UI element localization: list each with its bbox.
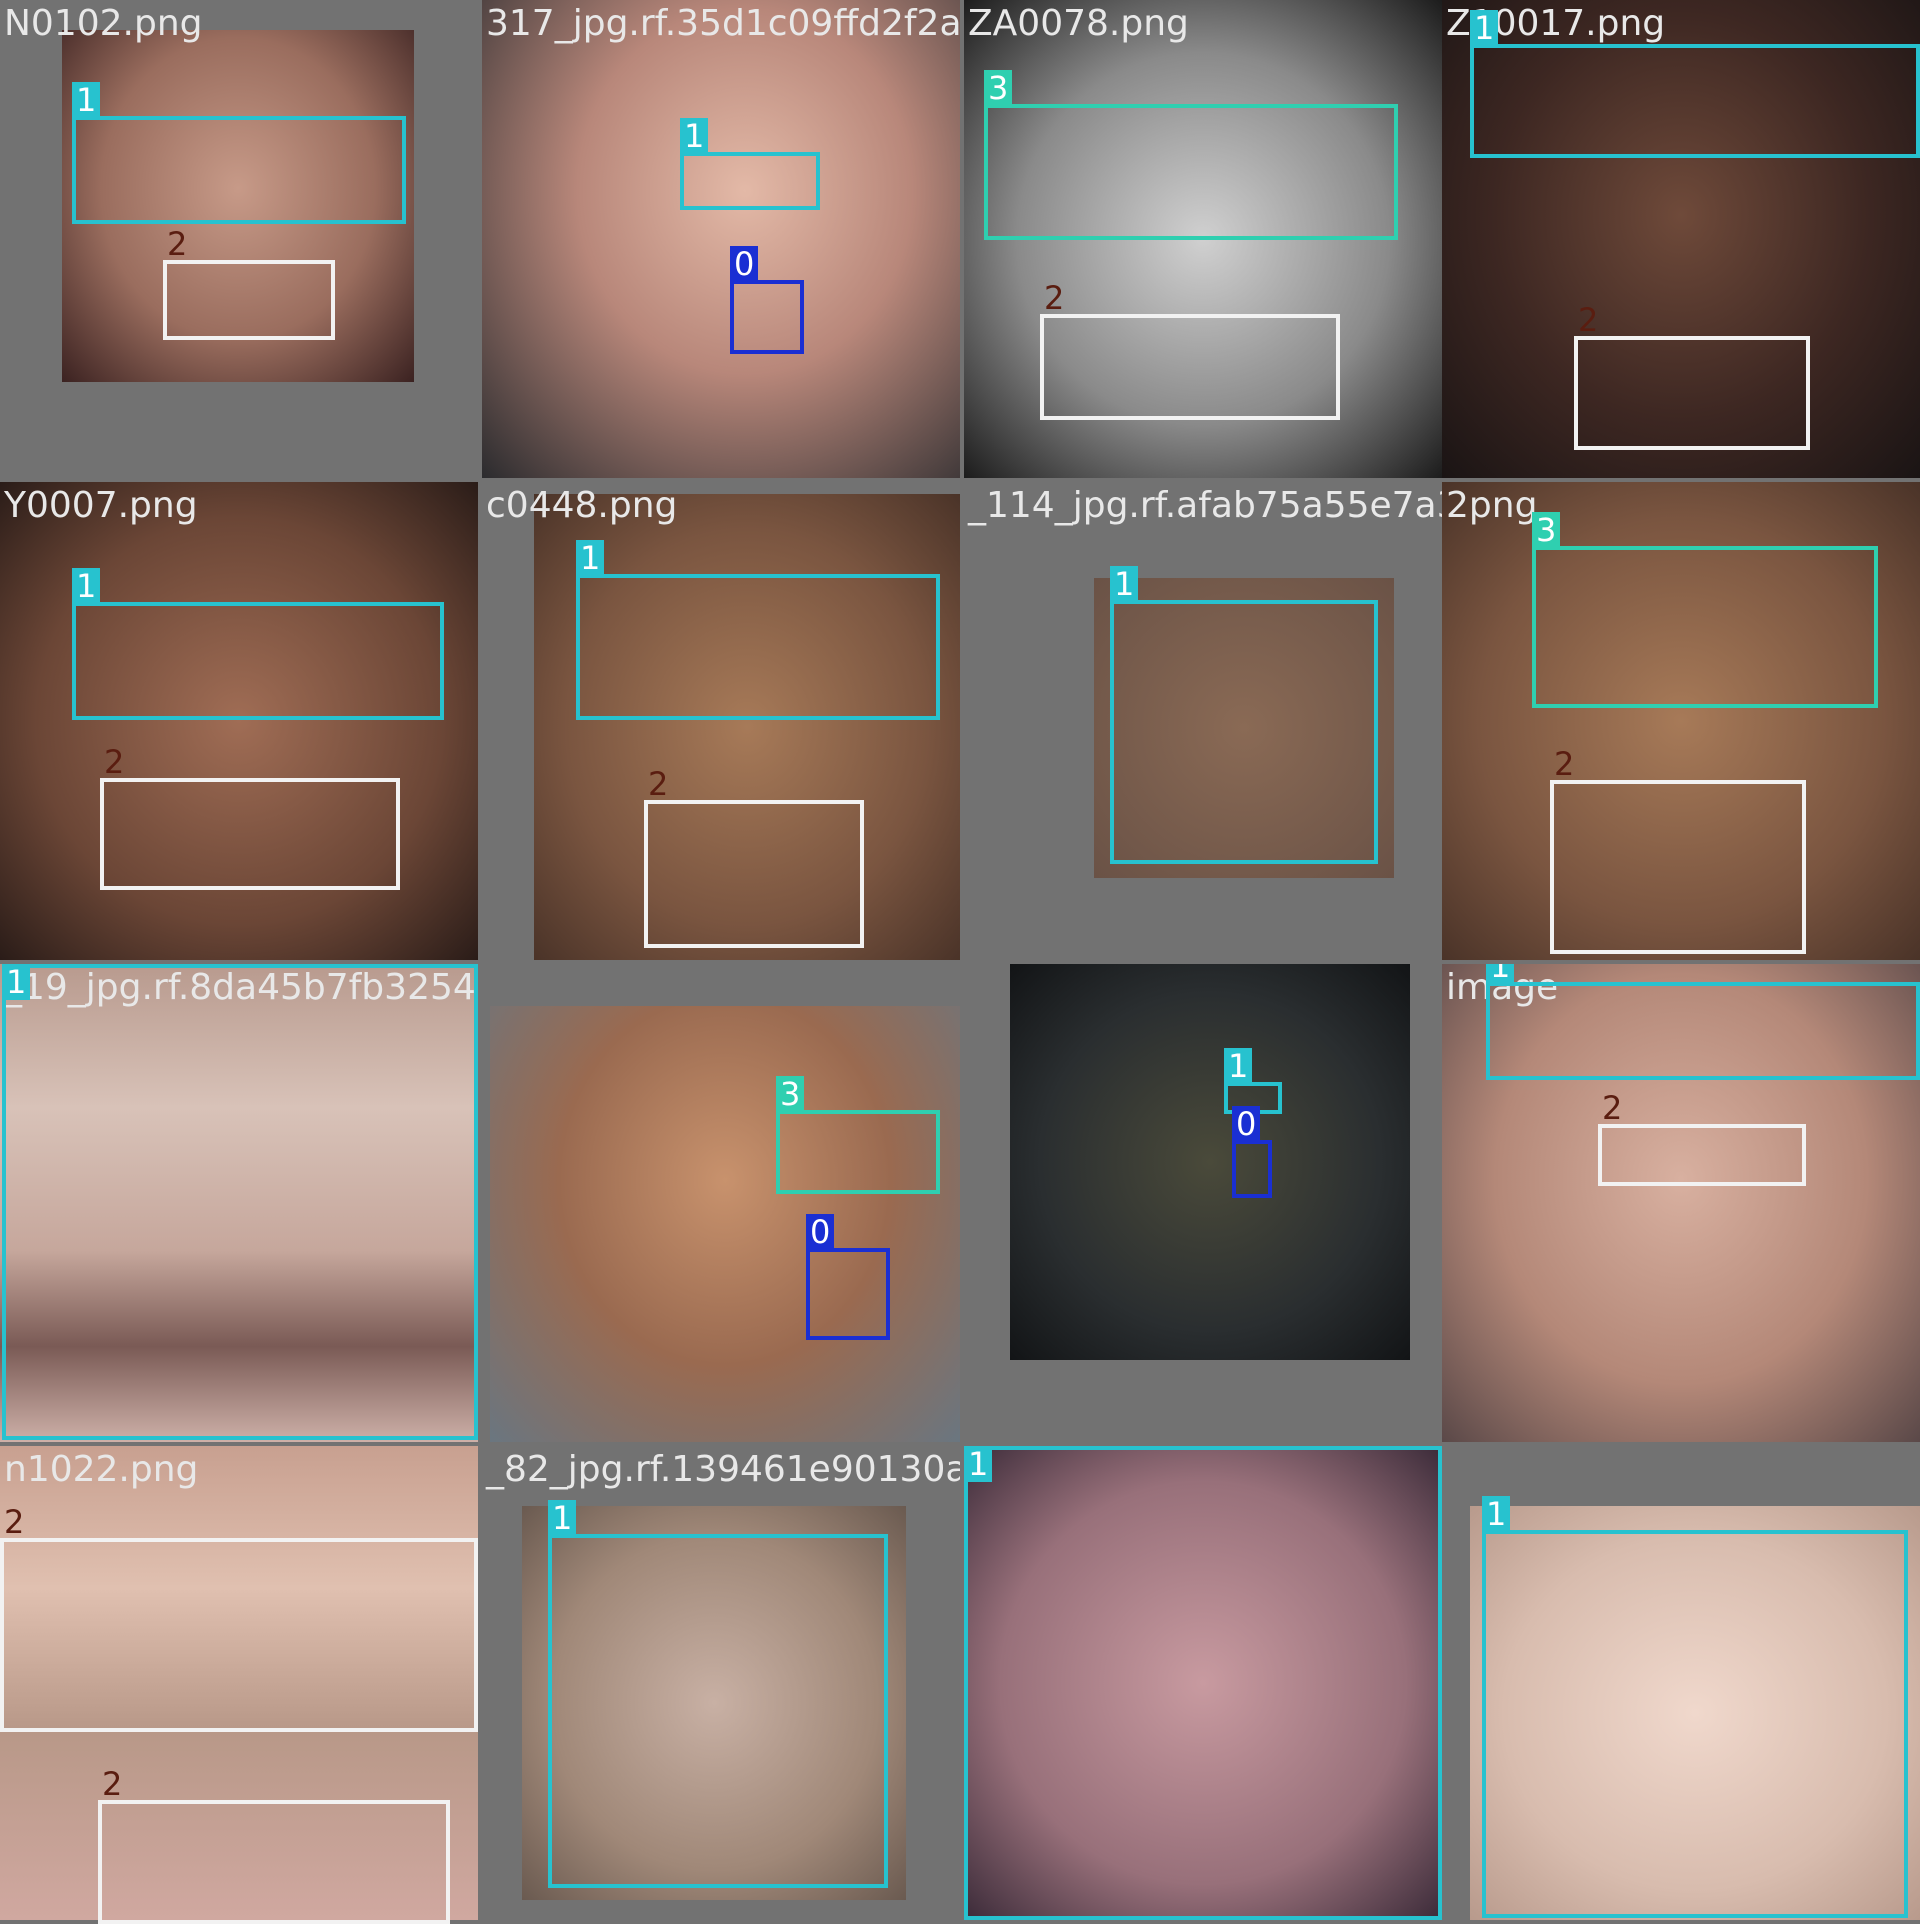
eye-box: 1 <box>72 568 444 720</box>
eye-box: 1 <box>1110 566 1378 864</box>
mouth-box: 2 <box>1040 280 1340 420</box>
tile-13: n1022.png 2 2 <box>0 1446 478 1924</box>
face-photo <box>1010 964 1410 1360</box>
class-label: 0 <box>806 1214 835 1250</box>
eye-box: 1 <box>72 82 406 224</box>
mouth-box: 2 <box>644 766 864 948</box>
face-photo <box>490 1006 960 1442</box>
class-label: 2 <box>104 743 125 781</box>
tile-8: 2png 3 2 <box>1442 482 1920 960</box>
face-photo <box>482 0 960 478</box>
class-label: 1 <box>1224 1048 1253 1084</box>
tile-1: N0102.png 1 2 <box>0 0 478 478</box>
class-label: 1 <box>680 118 709 154</box>
eye-box: 3 <box>1532 512 1878 708</box>
class-label: 3 <box>984 70 1013 106</box>
file-name: 2png <box>1446 485 1538 526</box>
yawn-box: 0 <box>806 1214 890 1340</box>
eye-box: 1 <box>1482 1496 1908 1918</box>
class-label: 2 <box>1554 745 1575 783</box>
file-name: c0448.png <box>486 485 678 526</box>
tile-11: 1 0 <box>964 964 1442 1442</box>
mouth-box: 2 <box>1550 746 1806 954</box>
eye-box: 1 <box>964 1446 1442 1920</box>
eye-box: 3 <box>776 1076 940 1194</box>
file-name: n1022.png <box>4 1449 199 1490</box>
file-name: _114_jpg.rf.afab75a55e7a34d0457d0d60580 <box>968 485 1442 526</box>
eye-box: 2 <box>0 1504 478 1732</box>
class-label: 1 <box>576 540 605 576</box>
class-label: 2 <box>4 1503 25 1541</box>
mouth-box: 2 <box>163 226 335 340</box>
tile-3: ZA0078.png 3 2 <box>964 0 1442 478</box>
eye-box: 1 <box>548 1500 888 1888</box>
class-label: 2 <box>648 765 669 803</box>
tile-5: Y0007.png 1 2 <box>0 482 478 960</box>
class-label: 2 <box>102 1765 123 1803</box>
class-label: 2 <box>1602 1089 1623 1127</box>
class-label: 1 <box>548 1500 577 1536</box>
tile-15: 1 <box>964 1446 1442 1924</box>
eye-box: 1 <box>1486 964 1920 1080</box>
class-label: 1 <box>1482 1496 1511 1532</box>
class-label: 1 <box>1110 566 1139 602</box>
class-label: 1 <box>72 568 101 604</box>
tile-6: c0448.png 1 2 <box>482 482 960 960</box>
eye-box: 1 <box>680 118 820 210</box>
file-name: _82_jpg.rf.139461e90130a6f3423bje34f4059… <box>486 1449 960 1490</box>
class-label: 1 <box>1470 10 1499 46</box>
yawn-box: 0 <box>1232 1106 1272 1198</box>
eye-box: 1 <box>576 540 940 720</box>
tile-7: _114_jpg.rf.afab75a55e7a34d0457d0d60580 … <box>964 482 1442 960</box>
class-label: 2 <box>1578 301 1599 339</box>
yawn-box: 0 <box>730 246 804 354</box>
file-name: 317_jpg.rf.35d1c09ffd2f2a2a4a07f0b7dgef0 <box>486 3 960 44</box>
eye-box: 1 <box>2 964 478 1440</box>
class-label: 0 <box>1232 1106 1261 1142</box>
class-label: 0 <box>730 246 759 282</box>
class-label: 2 <box>167 225 188 263</box>
mouth-box: 2 <box>100 744 400 890</box>
mouth-box: 2 <box>1598 1090 1806 1186</box>
tile-12: image 1 2 <box>1442 964 1920 1442</box>
detection-mosaic: N0102.png 1 2 317_jpg.rf.35d1c09ffd2f2a2… <box>0 0 1920 1924</box>
mouth-box: 2 <box>98 1766 450 1924</box>
class-label: 3 <box>776 1076 805 1112</box>
eye-box: 3 <box>984 70 1398 240</box>
tile-9: _19_jpg.rf.8da45b7fb3254795622b13c8d4a57… <box>0 964 478 1442</box>
class-label: 2 <box>1044 279 1065 317</box>
mouth-box: 2 <box>1574 302 1810 450</box>
eye-box: 1 <box>1470 10 1920 158</box>
tile-14: _82_jpg.rf.139461e90130a6f3423bje34f4059… <box>482 1446 960 1924</box>
tile-2: 317_jpg.rf.35d1c09ffd2f2a2a4a07f0b7dgef0… <box>482 0 960 478</box>
tile-10: 3 0 <box>482 964 960 1442</box>
class-label: 1 <box>964 1446 993 1482</box>
file-name: Y0007.png <box>4 485 198 526</box>
class-label: 1 <box>72 82 101 118</box>
class-label: 3 <box>1532 512 1561 548</box>
tile-4: Z10017.png 1 2 <box>1442 0 1920 478</box>
tile-16: 1 <box>1442 1446 1920 1924</box>
file-name: ZA0078.png <box>968 3 1189 44</box>
class-label: 1 <box>1486 964 1515 984</box>
file-name: N0102.png <box>4 3 203 44</box>
class-label: 1 <box>2 964 31 1000</box>
